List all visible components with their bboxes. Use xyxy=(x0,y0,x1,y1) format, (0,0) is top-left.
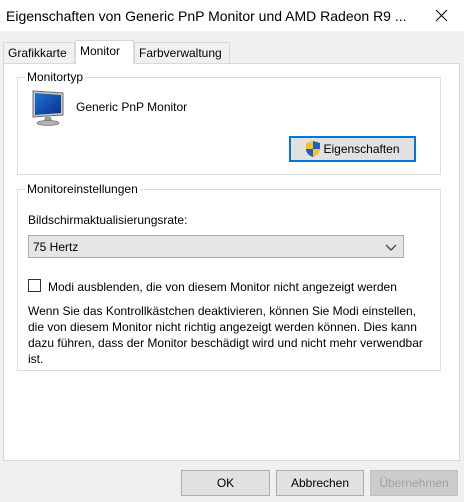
monitor-icon xyxy=(32,90,64,126)
refresh-rate-value: 75 Hertz xyxy=(33,240,79,254)
window-title: Eigenschaften von Generic PnP Monitor un… xyxy=(6,8,407,24)
properties-button-label: Eigenschaften xyxy=(323,142,400,156)
hide-modes-checkbox[interactable] xyxy=(28,279,41,292)
tab-label: Monitor xyxy=(80,44,121,58)
apply-button-label: Übernehmen xyxy=(379,476,449,490)
close-icon[interactable] xyxy=(422,2,460,29)
tab-label: Farbverwaltung xyxy=(139,46,222,60)
tab-label: Grafikkarte xyxy=(8,46,67,60)
refresh-rate-label: Bildschirmaktualisierungsrate: xyxy=(28,213,188,227)
cancel-button[interactable]: Abbrechen xyxy=(276,470,364,496)
monitor-settings-legend: Monitoreinstellungen xyxy=(25,182,140,196)
shield-icon xyxy=(306,141,321,157)
ok-button-label: OK xyxy=(216,476,235,490)
properties-button[interactable]: Eigenschaften xyxy=(289,136,416,162)
tab-farbverwaltung[interactable]: Farbverwaltung xyxy=(134,42,230,63)
tab-grafikkarte[interactable]: Grafikkarte xyxy=(3,42,75,63)
monitor-name: Generic PnP Monitor xyxy=(76,100,188,114)
chevron-down-icon xyxy=(385,244,397,251)
refresh-rate-select[interactable]: 75 Hertz xyxy=(28,235,404,258)
apply-button[interactable]: Übernehmen xyxy=(370,470,458,496)
ok-button[interactable]: OK xyxy=(181,470,270,496)
monitor-type-legend: Monitortyp xyxy=(25,70,86,84)
hide-modes-label[interactable]: Modi ausblenden, die von diesem Monitor … xyxy=(48,280,397,294)
hide-modes-description: Wenn Sie das Kontrollkästchen deaktivier… xyxy=(28,304,423,366)
cancel-button-label: Abbrechen xyxy=(290,476,350,490)
tab-monitor[interactable]: Monitor xyxy=(75,40,134,64)
title-bar: Eigenschaften von Generic PnP Monitor un… xyxy=(0,0,464,31)
